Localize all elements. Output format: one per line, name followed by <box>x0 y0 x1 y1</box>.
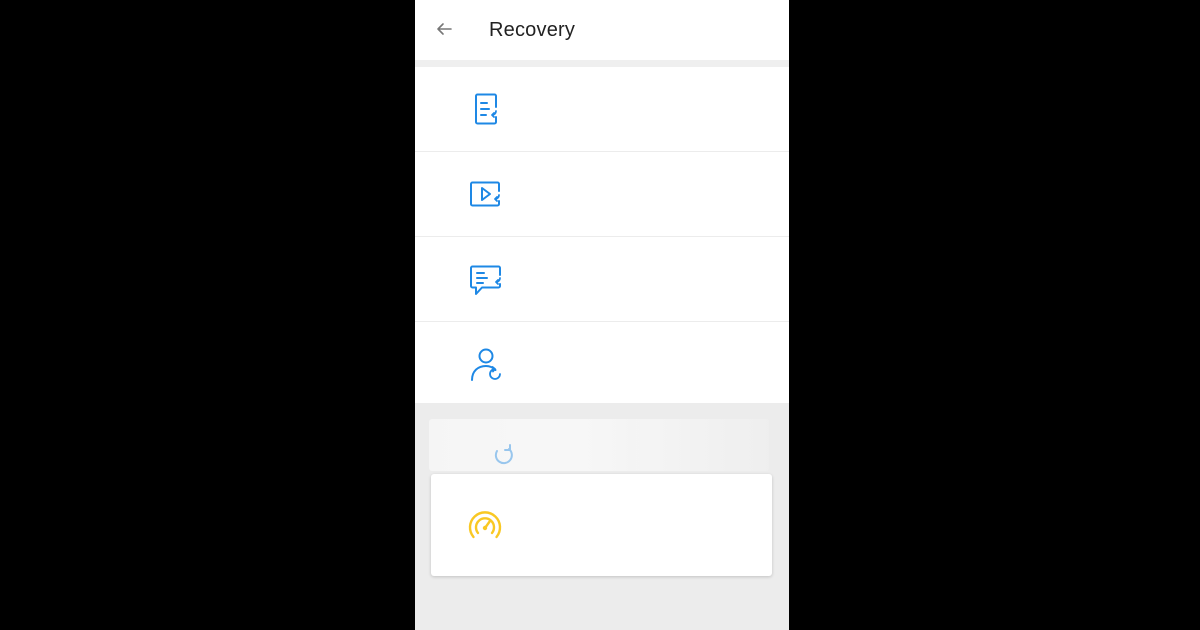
speedometer-icon <box>468 511 502 539</box>
lower-panel <box>415 403 789 630</box>
header-divider <box>415 60 789 67</box>
faded-list-item <box>429 419 769 471</box>
speed-card[interactable] <box>431 474 772 576</box>
page-title: Recovery <box>489 19 576 41</box>
document-restore-icon <box>475 93 497 125</box>
list-item-messages[interactable] <box>415 237 789 322</box>
back-button[interactable] <box>429 14 459 44</box>
arrow-left-icon <box>437 23 452 35</box>
app-bar: Recovery <box>415 0 789 60</box>
list-item-videos[interactable] <box>415 152 789 237</box>
recovery-list <box>415 67 789 406</box>
video-restore-icon <box>470 181 500 207</box>
list-item-contacts[interactable] <box>415 322 789 406</box>
message-restore-icon <box>470 265 501 295</box>
restore-icon <box>494 444 513 465</box>
contact-restore-icon <box>471 348 501 381</box>
phone-screen: Recovery <box>415 0 789 630</box>
list-item-documents[interactable] <box>415 67 789 152</box>
